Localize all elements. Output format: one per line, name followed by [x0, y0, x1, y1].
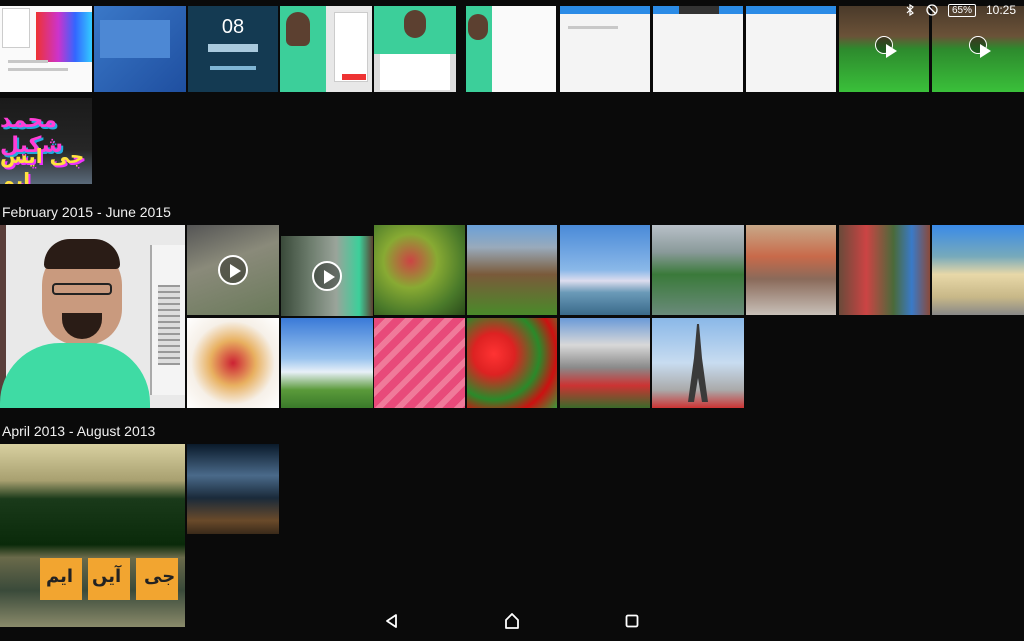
gallery-thumbnail[interactable]: [932, 225, 1024, 315]
gallery-thumbnail[interactable]: [281, 236, 373, 316]
play-icon: [875, 35, 897, 58]
gallery-thumbnail[interactable]: 08: [188, 6, 278, 92]
gallery-thumbnail[interactable]: [374, 6, 456, 92]
play-icon: [312, 261, 342, 291]
back-button[interactable]: [372, 606, 412, 636]
bluetooth-icon: [906, 4, 914, 16]
section-title: February 2015 - June 2015: [2, 204, 171, 220]
gallery-thumbnail[interactable]: [187, 318, 279, 408]
gallery-thumbnail[interactable]: [560, 225, 650, 315]
gallery-thumbnail[interactable]: [94, 6, 186, 92]
home-button[interactable]: [492, 606, 532, 636]
gallery-thumbnail[interactable]: [746, 225, 836, 315]
calligraphy-text: جی ایس ایم: [0, 144, 85, 184]
gallery-thumbnail[interactable]: [0, 225, 185, 408]
recents-button[interactable]: [612, 606, 652, 636]
battery-indicator: 65%: [947, 3, 976, 17]
do-not-disturb-icon: [926, 4, 938, 16]
gallery-thumbnail[interactable]: [0, 6, 92, 92]
gallery-thumbnail[interactable]: [560, 318, 650, 408]
gallery-thumbnail[interactable]: [281, 318, 373, 408]
status-bar: 65% 10:25: [864, 0, 1024, 20]
gallery-thumbnail[interactable]: [652, 225, 744, 315]
gallery-thumbnail[interactable]: [187, 225, 279, 315]
gallery-thumbnail[interactable]: [746, 6, 836, 92]
eiffel-tower-shape: [688, 324, 708, 402]
gallery-thumbnail[interactable]: [652, 318, 744, 408]
play-icon: [218, 255, 248, 285]
clock: 10:25: [985, 3, 1016, 17]
navigation-bar: [0, 601, 1024, 641]
section-title: April 2013 - August 2013: [2, 423, 156, 439]
letter-tile: آیں: [88, 558, 130, 600]
recents-icon: [625, 614, 639, 628]
gallery-thumbnail[interactable]: [653, 6, 743, 92]
letter-tile: جی: [136, 558, 178, 600]
gallery-thumbnail[interactable]: ایم آیں جی: [0, 444, 185, 627]
gallery-thumbnail[interactable]: [280, 6, 372, 92]
gallery-thumbnail[interactable]: [374, 225, 465, 315]
gallery-thumbnail[interactable]: [560, 6, 650, 92]
gallery-thumbnail[interactable]: [187, 444, 279, 534]
back-icon: [386, 614, 397, 628]
play-icon: [969, 35, 991, 58]
gallery-thumbnail[interactable]: [467, 318, 557, 408]
gallery-thumbnail[interactable]: [466, 6, 556, 92]
gallery-thumbnail[interactable]: محمد شکیل جی ایس ایم: [0, 98, 92, 184]
gallery-thumbnail[interactable]: [467, 225, 557, 315]
gallery-thumbnail[interactable]: [374, 318, 465, 408]
gallery-thumbnail[interactable]: [839, 225, 930, 315]
lock-screen-time: 08: [221, 16, 245, 38]
home-icon: [505, 613, 519, 629]
letter-tile: ایم: [40, 558, 82, 600]
